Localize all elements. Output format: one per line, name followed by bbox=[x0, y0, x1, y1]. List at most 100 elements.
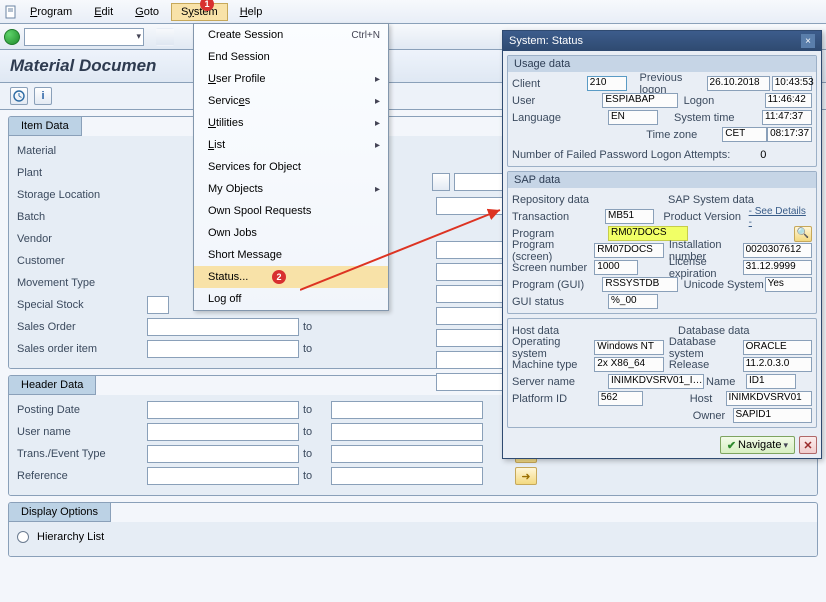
navigate-button[interactable]: ✔Navigate▾ bbox=[720, 436, 795, 454]
label-dbsys: Database system bbox=[669, 336, 743, 360]
system-status-window: System: Status × Usage data Client 210 P… bbox=[502, 30, 822, 459]
label-ref: Reference bbox=[17, 470, 143, 482]
cancel-button[interactable]: ✕ bbox=[799, 436, 817, 454]
value-inst: 0020307612 bbox=[743, 243, 812, 258]
menu-my-objects[interactable]: My Objects▸ bbox=[194, 178, 388, 200]
value-prev-date: 26.10.2018 bbox=[707, 76, 771, 91]
label-material: Material bbox=[17, 145, 143, 157]
input-posting-to[interactable] bbox=[331, 401, 483, 419]
label-mt: Machine type bbox=[512, 359, 594, 371]
tab-display-options[interactable]: Display Options bbox=[9, 503, 111, 522]
close-icon[interactable]: × bbox=[801, 34, 815, 48]
label-plat: Platform ID bbox=[512, 393, 598, 405]
menu-short-message[interactable]: Short Message bbox=[194, 244, 388, 266]
label-to: to bbox=[303, 404, 327, 416]
input-sales-from[interactable] bbox=[147, 318, 299, 336]
label-pgui: Program (GUI) bbox=[512, 279, 602, 291]
value-owner: SAPID1 bbox=[733, 408, 813, 423]
label-batch: Batch bbox=[17, 211, 143, 223]
label-sales: Sales Order bbox=[17, 321, 143, 333]
menu-services-for-object[interactable]: Services for Object bbox=[194, 156, 388, 178]
menu-user-profile[interactable]: User ProfileUser Profile▸ bbox=[194, 68, 388, 90]
label-gui: GUI status bbox=[512, 296, 608, 308]
value-timezone-time: 08:17:37 bbox=[767, 127, 812, 142]
label-lic: License expiration bbox=[669, 256, 743, 280]
input-spec-from[interactable] bbox=[147, 296, 169, 314]
label-username: User name bbox=[17, 426, 143, 438]
menu-log-off[interactable]: Log off bbox=[194, 288, 388, 310]
status-title: System: Status bbox=[509, 35, 583, 47]
label-spec: Special Stock bbox=[17, 299, 143, 311]
menu-list[interactable]: ListList▸ bbox=[194, 134, 388, 156]
label-customer: Customer bbox=[17, 255, 143, 267]
value-lic: 31.12.9999 bbox=[743, 260, 812, 275]
value-srv: INIMKDVSRV01_I… bbox=[608, 374, 704, 389]
label-to: to bbox=[303, 448, 327, 460]
multi-select-ref[interactable]: ➜ bbox=[515, 467, 537, 485]
radio-hierarchy[interactable] bbox=[17, 531, 29, 543]
tab-header-data[interactable]: Header Data bbox=[9, 376, 96, 395]
value-hostname: INIMKDVSRV01 bbox=[726, 391, 813, 406]
label-name: Name bbox=[706, 376, 746, 388]
menu-goto[interactable]: GGotooto bbox=[125, 3, 169, 21]
input-user-to[interactable] bbox=[331, 423, 483, 441]
menu-help[interactable]: HHelpelp bbox=[230, 3, 273, 21]
annotation-badge-1: 1 bbox=[200, 0, 214, 11]
menu-services[interactable]: ServicesServices▸ bbox=[194, 90, 388, 112]
label-scr: Screen number bbox=[512, 262, 594, 274]
menu-create-session[interactable]: Create SessionCtrl+N bbox=[194, 24, 388, 46]
toolbar-save-icon bbox=[156, 28, 174, 46]
label-hostname: Host bbox=[690, 393, 726, 405]
input-user-from[interactable] bbox=[147, 423, 299, 441]
menu-program[interactable]: PProgramrogram bbox=[20, 3, 82, 21]
input-trans-from[interactable] bbox=[147, 445, 299, 463]
tab-item-data[interactable]: Item Data bbox=[9, 117, 82, 136]
input-sitem-from[interactable] bbox=[147, 340, 299, 358]
label-pver: Product Version bbox=[663, 211, 746, 223]
menu-status[interactable]: Status... 2 bbox=[194, 266, 388, 288]
value-tx: MB51 bbox=[605, 209, 654, 224]
value-name: ID1 bbox=[746, 374, 796, 389]
label-logon: Logon bbox=[684, 95, 765, 107]
label-to: to bbox=[303, 321, 327, 333]
label-srv: Server name bbox=[512, 376, 608, 388]
label-tx: Transaction bbox=[512, 211, 605, 223]
command-field[interactable]: ▾ bbox=[24, 28, 144, 46]
f4-material[interactable] bbox=[432, 173, 450, 191]
label-to: to bbox=[303, 470, 327, 482]
label-to: to bbox=[303, 426, 327, 438]
menu-own-spool[interactable]: Own Spool Requests bbox=[194, 200, 388, 222]
input-ref-to[interactable] bbox=[331, 467, 483, 485]
label-lang: Language bbox=[512, 112, 608, 124]
value-scr: 1000 bbox=[594, 260, 638, 275]
label-sloc: Storage Location bbox=[17, 189, 143, 201]
input-ref-from[interactable] bbox=[147, 467, 299, 485]
label-uni: Unicode System bbox=[684, 279, 765, 291]
value-uni: Yes bbox=[765, 277, 812, 292]
value-dbsys: ORACLE bbox=[743, 340, 812, 355]
magnifier-icon[interactable]: 🔍 bbox=[794, 226, 812, 242]
menu-own-jobs[interactable]: Own Jobs bbox=[194, 222, 388, 244]
label-rel: Release bbox=[669, 359, 743, 371]
execute-icon[interactable] bbox=[10, 87, 28, 105]
link-see-details[interactable]: - See Details - bbox=[747, 206, 812, 228]
input-trans-to[interactable] bbox=[331, 445, 483, 463]
value-timezone: CET bbox=[722, 127, 767, 142]
menu-system[interactable]: SystemSystem 1 bbox=[171, 3, 228, 21]
input-posting-from[interactable] bbox=[147, 401, 299, 419]
value-systime: 11:47:37 bbox=[762, 110, 812, 125]
menu-edit[interactable]: EEditdit bbox=[84, 3, 123, 21]
info-icon[interactable]: i bbox=[34, 87, 52, 105]
annotation-badge-2: 2 bbox=[272, 270, 286, 284]
value-gui: %_00 bbox=[608, 294, 658, 309]
label-sitem: Sales order item bbox=[17, 343, 143, 355]
menu-utilities[interactable]: UtilitiesUtilities▸ bbox=[194, 112, 388, 134]
value-os: Windows NT bbox=[594, 340, 663, 355]
menu-end-session[interactable]: End Session bbox=[194, 46, 388, 68]
ok-icon[interactable] bbox=[4, 29, 20, 45]
label-posting: Posting Date bbox=[17, 404, 143, 416]
value-plat: 562 bbox=[598, 391, 643, 406]
app-doc-icon bbox=[4, 5, 18, 19]
label-repo: Repository data bbox=[512, 194, 608, 206]
label-to: to bbox=[303, 343, 327, 355]
